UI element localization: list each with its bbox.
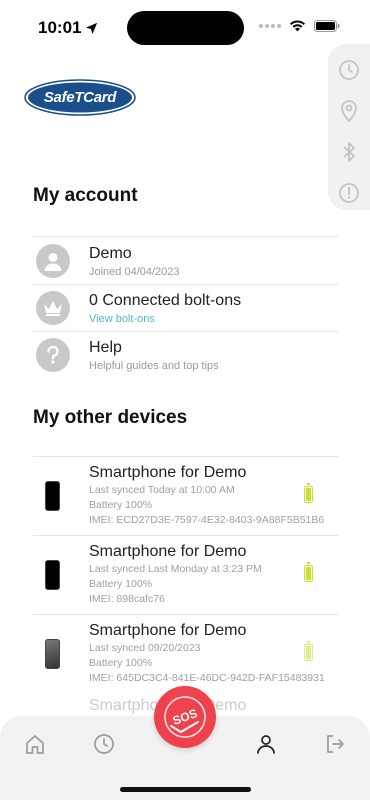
- location-pin-icon[interactable]: [337, 99, 361, 123]
- account-row-profile[interactable]: Demo Joined 04/04/2023: [33, 238, 338, 284]
- bolt-ons-count: 0 Connected bolt-ons: [89, 292, 242, 309]
- profile-icon[interactable]: [254, 732, 278, 756]
- device-imei: IMEI: 645DC3C4-841E-46DC-942D-FAF1548393…: [89, 672, 325, 684]
- device-battery: Battery 100%: [89, 657, 153, 669]
- my-other-devices-title: My other devices: [33, 407, 188, 428]
- clock-time: 10:01: [38, 18, 82, 37]
- status-bar: 10:01: [0, 0, 370, 54]
- help-title: Help: [89, 339, 122, 356]
- battery-full-icon: [304, 641, 313, 661]
- status-time: 10:01: [38, 18, 98, 38]
- device-last-synced: Last synced Today at 10:00 AM: [89, 484, 235, 496]
- home-indicator: [120, 787, 251, 792]
- device-item[interactable]: Smartphone for Demo Last synced Today at…: [33, 457, 338, 535]
- side-quick-panel: [328, 44, 370, 210]
- account-name: Demo: [89, 245, 132, 262]
- user-icon: [36, 244, 70, 278]
- question-icon: [36, 338, 70, 372]
- bluetooth-icon[interactable]: [337, 140, 361, 164]
- battery-full-icon: [304, 483, 313, 503]
- device-battery: Battery 100%: [89, 499, 153, 511]
- device-item[interactable]: Smartphone for Demo Last synced 09/20/20…: [33, 615, 338, 693]
- help-subtitle: Helpful guides and top tips: [89, 360, 219, 372]
- device-name: Smartphone for Demo: [89, 622, 247, 639]
- device-battery: Battery 100%: [89, 578, 153, 590]
- divider: [33, 236, 338, 237]
- device-name: Smartphone for Demo: [89, 464, 247, 481]
- alert-icon[interactable]: [337, 181, 361, 205]
- account-row-help[interactable]: Help Helpful guides and top tips: [33, 332, 338, 378]
- location-arrow-icon: [86, 22, 98, 34]
- wifi-icon: [290, 20, 305, 32]
- view-bolt-ons-link[interactable]: View bolt-ons: [89, 313, 241, 325]
- device-item[interactable]: Smartphone for Demo Last synced Last Mon…: [33, 536, 338, 614]
- sos-button[interactable]: SOS: [154, 686, 216, 748]
- device-last-synced: Last synced Last Monday at 3:23 PM: [89, 563, 262, 575]
- logo-text: SafeTCard: [43, 89, 117, 106]
- cellular-signal-icon: [259, 24, 281, 28]
- device-last-synced: Last synced 09/20/2023: [89, 642, 201, 654]
- battery-full-icon: [304, 562, 313, 582]
- battery-status-icon: [314, 20, 340, 32]
- device-imei: IMEI: 898cafc76: [89, 593, 165, 605]
- smartphone-icon: [45, 639, 60, 669]
- my-account-title: My account: [33, 185, 138, 206]
- history-clock-icon[interactable]: [92, 732, 116, 756]
- device-name: Smartphone for Demo: [89, 543, 247, 560]
- device-imei: IMEI: ECD27D3E-7597-4E32-8403-9A88F5B51B…: [89, 514, 325, 526]
- smartphone-icon: [45, 560, 60, 590]
- status-indicators: [259, 20, 340, 32]
- home-icon[interactable]: [23, 732, 47, 756]
- clock-icon[interactable]: [337, 58, 361, 82]
- logout-icon[interactable]: [323, 732, 347, 756]
- smartphone-icon: [45, 481, 60, 511]
- crown-icon: [36, 291, 70, 325]
- account-joined: Joined 04/04/2023: [89, 266, 180, 278]
- dynamic-island: [127, 11, 244, 45]
- account-row-bolt-ons[interactable]: 0 Connected bolt-ons View bolt-ons: [33, 285, 338, 331]
